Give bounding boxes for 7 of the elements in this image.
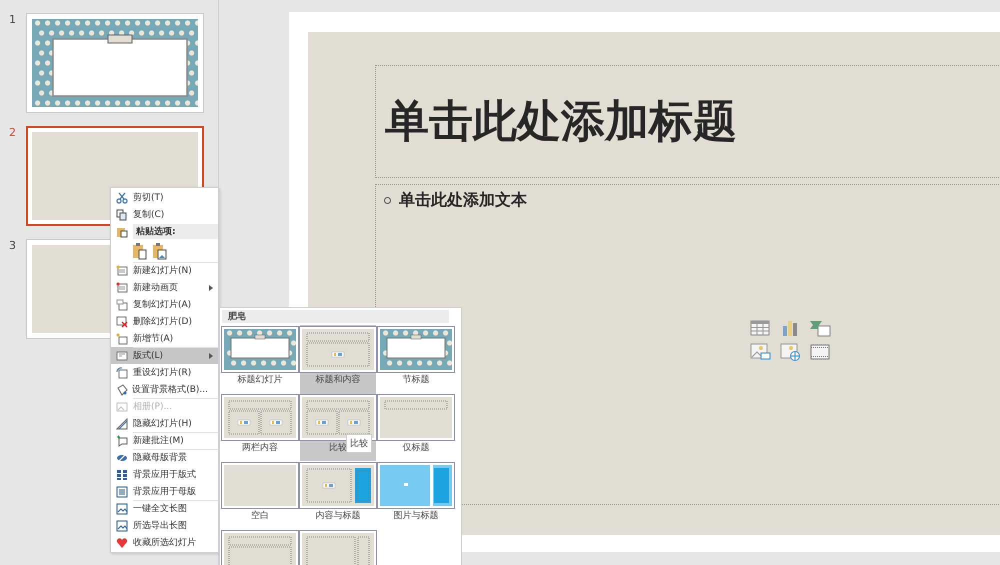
slide-number: 2 (8, 126, 17, 139)
body-placeholder-text: 单击此处添加文本 (399, 190, 527, 211)
menu-section-header: 粘贴选项: (133, 224, 218, 239)
slide-number: 3 (8, 239, 17, 252)
tooltip: 比较 (346, 434, 372, 453)
submenu-header: 肥皂 (222, 310, 449, 323)
slide-number: 1 (8, 13, 17, 26)
